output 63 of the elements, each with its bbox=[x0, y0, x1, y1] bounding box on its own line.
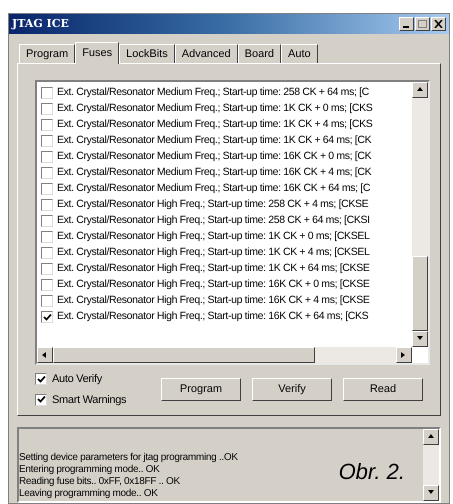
log-line: Leaving programming mode.. OK bbox=[19, 488, 158, 500]
fuse-option: Ext. Crystal/Resonator Medium Freq.; Start-up time: 1K CK + 64 ms; [CK bbox=[57, 133, 372, 149]
scroll-left-icon[interactable] bbox=[37, 347, 53, 363]
tab[interactable]: Fuses bbox=[75, 42, 120, 64]
fuse-option: Ext. Crystal/Resonator Medium Freq.; Start-up time: 16K CK + 4 ms; [CK bbox=[57, 165, 372, 181]
horizontal-scrollbar[interactable] bbox=[37, 347, 412, 363]
action-button[interactable]: Read bbox=[343, 378, 423, 401]
fuse-option: Ext. Crystal/Resonator High Freq.; Start-up time: 16K CK + 4 ms; [CKSE bbox=[57, 293, 370, 309]
fuse-option: Ext. Crystal/Resonator Medium Freq.; Start-up time: 1K CK + 4 ms; [CKS bbox=[57, 117, 372, 133]
checkbox[interactable] bbox=[35, 373, 47, 386]
fuse-option: Ext. Crystal/Resonator High Freq.; Start-up time: 1K CK + 0 ms; [CKSEL bbox=[57, 229, 370, 245]
checkbox[interactable] bbox=[41, 231, 53, 243]
vertical-scrollbar[interactable] bbox=[423, 429, 439, 501]
checkbox[interactable] bbox=[41, 87, 53, 99]
checkbox[interactable] bbox=[41, 279, 53, 291]
checkbox[interactable] bbox=[35, 394, 47, 406]
tab[interactable]: Advanced bbox=[174, 44, 238, 63]
checkbox[interactable] bbox=[41, 151, 53, 163]
scroll-down-icon[interactable] bbox=[412, 331, 428, 347]
checkbox[interactable] bbox=[41, 295, 53, 307]
fuse-option: Ext. Crystal/Resonator High Freq.; Start-up time: 16K CK + 0 ms; [CKSE bbox=[57, 277, 370, 293]
checkbox[interactable] bbox=[41, 167, 53, 179]
scroll-down-icon[interactable] bbox=[423, 485, 439, 501]
checkbox[interactable] bbox=[41, 263, 53, 275]
log-line: Entering programming mode.. OK bbox=[19, 464, 160, 476]
tab[interactable]: LockBits bbox=[119, 44, 175, 63]
log-line: Setting device parameters for jtag programming ..OK bbox=[19, 452, 238, 464]
fuse-option: Ext. Crystal/Resonator Medium Freq.; Start-up time: 16K CK + 0 ms; [CK bbox=[57, 149, 372, 165]
fuse-option: Ext. Crystal/Resonator High Freq.; Start-up time: 1K CK + 64 ms; [CKSE bbox=[57, 261, 370, 277]
option-label: Auto Verify bbox=[52, 372, 102, 387]
checkbox[interactable] bbox=[41, 199, 53, 211]
fuse-option: Ext. Crystal/Resonator Medium Freq.; Start-up time: 16K CK + 64 ms; [C bbox=[57, 181, 370, 197]
scroll-up-icon[interactable] bbox=[423, 429, 439, 445]
close-icon[interactable] bbox=[431, 17, 446, 31]
checkbox[interactable] bbox=[41, 135, 53, 147]
checkbox[interactable] bbox=[41, 215, 53, 227]
tab[interactable]: Program bbox=[19, 44, 76, 63]
log-line: Reading fuse bits.. 0xFF, 0x18FF .. OK bbox=[19, 476, 180, 488]
checkbox[interactable] bbox=[41, 247, 53, 259]
scroll-up-icon[interactable] bbox=[412, 82, 428, 98]
tab[interactable]: Auto bbox=[281, 44, 318, 63]
checkbox[interactable] bbox=[41, 183, 53, 195]
fuse-option: Ext. Crystal/Resonator High Freq.; Start-up time: 1K CK + 4 ms; [CKSEL bbox=[57, 245, 370, 261]
action-button[interactable]: Program bbox=[161, 378, 241, 401]
scroll-right-icon[interactable] bbox=[396, 347, 412, 363]
checkbox[interactable] bbox=[41, 119, 53, 131]
vertical-scrollbar[interactable] bbox=[412, 82, 428, 347]
action-button[interactable]: Verify bbox=[252, 378, 332, 401]
tab[interactable]: Board bbox=[238, 44, 282, 63]
scroll-thumb[interactable] bbox=[412, 256, 428, 331]
maximize-icon[interactable] bbox=[415, 17, 430, 31]
scroll-thumb[interactable] bbox=[53, 347, 315, 363]
minimize-icon[interactable] bbox=[399, 17, 414, 31]
fuse-option: Ext. Crystal/Resonator High Freq.; Start-up time: 258 CK + 64 ms; [CKSI bbox=[57, 213, 370, 229]
checkbox[interactable] bbox=[41, 103, 53, 115]
fuse-option: Ext. Crystal/Resonator Medium Freq.; Start-up time: 1K CK + 0 ms; [CKS bbox=[57, 101, 372, 117]
fuse-option: Ext. Crystal/Resonator Medium Freq.; Start-up time: 258 CK + 64 ms; [C bbox=[57, 85, 369, 101]
fuse-option: Ext. Crystal/Resonator High Freq.; Start-up time: 16K CK + 64 ms; [CKS bbox=[57, 309, 368, 325]
checkbox[interactable] bbox=[41, 311, 53, 323]
figure-caption: Obr. 2. bbox=[338, 458, 405, 486]
window-title: JTAG ICE bbox=[12, 16, 69, 32]
fuse-option: Ext. Crystal/Resonator High Freq.; Start-up time: 258 CK + 4 ms; [CKSE bbox=[57, 197, 368, 213]
option-label: Smart Warnings bbox=[52, 392, 126, 408]
